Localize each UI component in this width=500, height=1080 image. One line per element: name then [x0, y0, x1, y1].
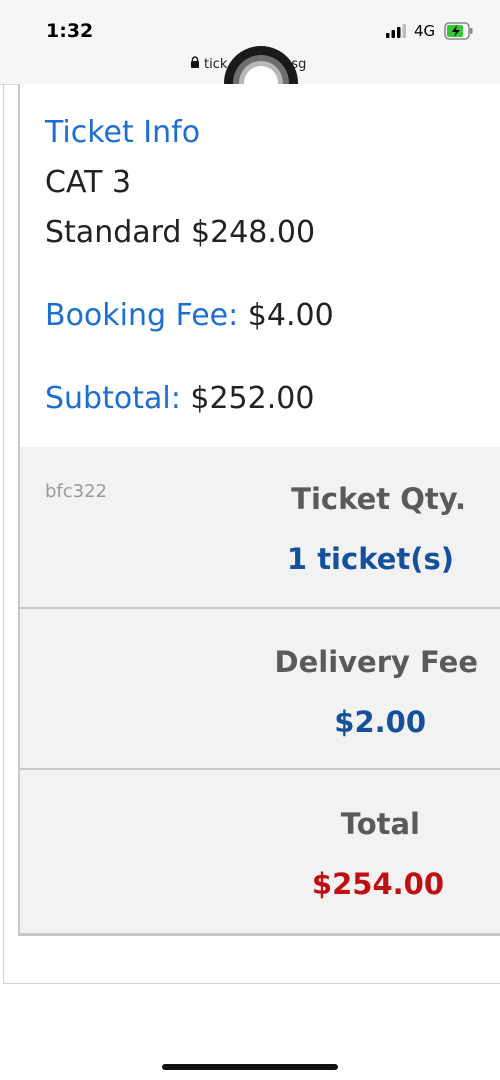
- subtotal-label: Subtotal:: [45, 381, 181, 416]
- delivery-fee-label: Delivery Fee: [274, 645, 478, 679]
- total-value: $254.00: [311, 867, 444, 901]
- booking-fee-value: $4.00: [247, 298, 334, 333]
- lock-icon: [190, 56, 200, 72]
- home-indicator[interactable]: [162, 1064, 338, 1070]
- subtotal-value: $252.00: [190, 381, 315, 416]
- delivery-fee-row: Delivery Fee $2.00: [20, 609, 500, 770]
- total-label: Total: [340, 807, 420, 841]
- ticket-qty-label: Ticket Qty.: [291, 482, 466, 516]
- total-row: Total $254.00: [20, 770, 500, 933]
- booking-fee-label: Booking Fee:: [45, 298, 239, 333]
- ticket-category: CAT 3: [45, 165, 132, 200]
- delivery-fee-value: $2.00: [334, 705, 426, 739]
- ticket-info-heading: Ticket Info: [45, 115, 201, 150]
- ticket-card: Ticket Info CAT 3 Standard $248.00 Booki…: [18, 84, 500, 936]
- booking-reference-code: bfc322: [45, 481, 108, 502]
- ticket-qty-value: 1 ticket(s): [286, 542, 454, 576]
- signal-icon: [386, 24, 408, 43]
- status-time: 1:32: [46, 20, 94, 42]
- battery-icon: [444, 22, 474, 45]
- ticket-info-section: Ticket Info CAT 3 Standard $248.00 Booki…: [20, 84, 500, 449]
- ticket-price-line: Standard $248.00: [45, 215, 316, 250]
- status-bar: 1:32 4G tick sg: [0, 0, 500, 120]
- subtotal-line: Subtotal: $252.00: [45, 381, 314, 416]
- booking-fee-line: Booking Fee: $4.00: [45, 298, 334, 333]
- network-type: 4G: [414, 22, 436, 40]
- ticket-qty-row: bfc322 Ticket Qty. 1 ticket(s): [20, 447, 500, 609]
